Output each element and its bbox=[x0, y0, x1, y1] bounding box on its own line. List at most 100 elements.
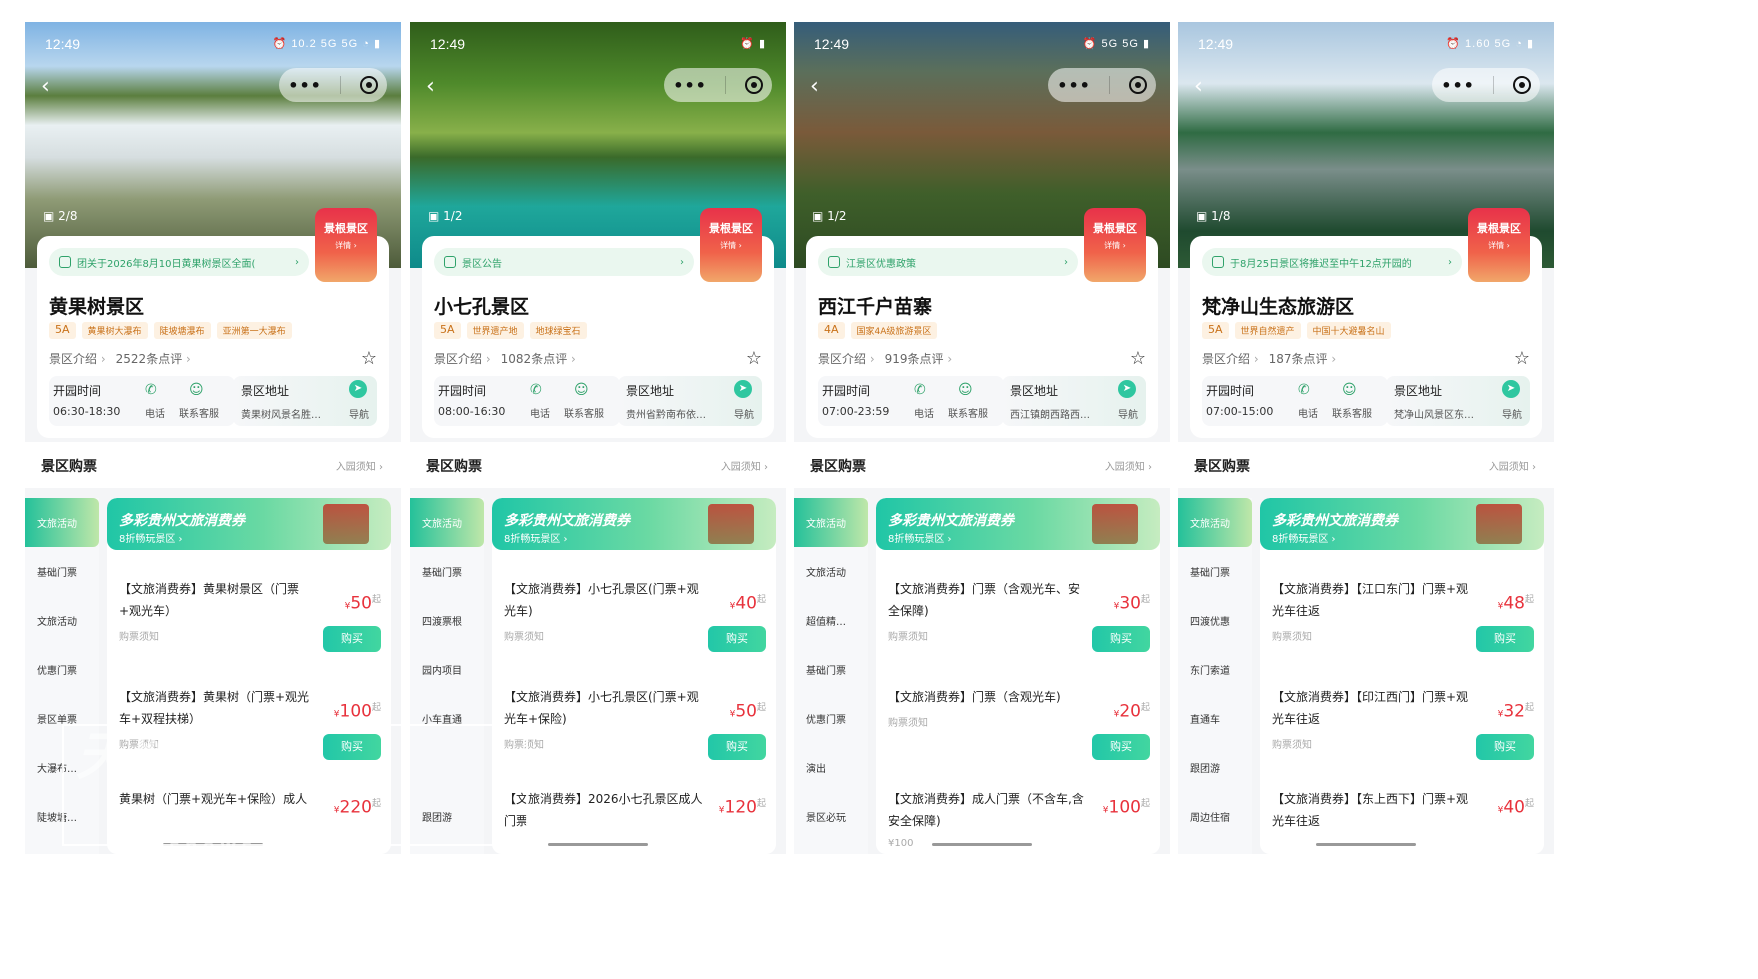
product-item[interactable]: 【文旅消费券】小七孔景区(门票+观光车) ¥40起 购票须知 购买 bbox=[504, 578, 766, 652]
product-item[interactable]: 【文旅消费券】门票（含观光车、安全保障) ¥30起 购票须知 购买 bbox=[888, 578, 1150, 652]
mini-program-capsule[interactable]: ••• bbox=[1432, 68, 1540, 102]
product-item[interactable]: 【文旅消费券】黄果树景区（门票+观光车） ¥50起 购票须知 购买 bbox=[119, 578, 381, 652]
close-target-icon[interactable] bbox=[1128, 76, 1147, 94]
reviews-link[interactable]: 919条点评 › bbox=[885, 350, 953, 367]
intro-link[interactable]: 景区介绍 › bbox=[1202, 350, 1259, 367]
sidebar-item[interactable]: 小车直通 bbox=[410, 694, 484, 743]
service-label[interactable]: 联系客服 bbox=[948, 405, 988, 420]
sidebar-item[interactable]: 景区单票 bbox=[25, 694, 99, 743]
phone-label[interactable]: 电话 bbox=[530, 405, 550, 420]
more-icon[interactable]: ••• bbox=[1441, 76, 1475, 95]
buy-button[interactable]: 购买 bbox=[1092, 626, 1150, 652]
product-item[interactable]: 【文旅消费券】2026小七孔景区成人门票 ¥120起 bbox=[504, 788, 766, 832]
reviews-link[interactable]: 1082条点评 › bbox=[501, 350, 576, 367]
sidebar-item[interactable]: 基础门票 bbox=[25, 547, 99, 596]
sidebar-item[interactable]: 基础门票 bbox=[1178, 547, 1252, 596]
sidebar-item[interactable] bbox=[410, 743, 484, 792]
buy-button[interactable]: 购买 bbox=[1092, 734, 1150, 760]
product-item[interactable]: 【文旅消费券】【江口东门】门票+观光车往返 ¥48起 购票须知 购买 bbox=[1272, 578, 1534, 652]
sidebar-item[interactable]: 文旅活动 bbox=[1178, 498, 1252, 547]
sidebar-item[interactable]: 优惠门票 bbox=[25, 645, 99, 694]
product-item[interactable]: 【文旅消费券】【东上西下】门票+观光车往返 ¥40起 bbox=[1272, 788, 1534, 832]
buy-button[interactable]: 购买 bbox=[1476, 626, 1534, 652]
navigation-label[interactable]: 导航 bbox=[1502, 406, 1522, 421]
favorite-star-icon[interactable]: ☆ bbox=[1514, 348, 1530, 369]
buy-button[interactable]: 购买 bbox=[1476, 734, 1534, 760]
favorite-star-icon[interactable]: ☆ bbox=[361, 348, 377, 369]
notice-bar[interactable]: 江景区优惠政策 › bbox=[818, 248, 1078, 276]
photo-count[interactable]: ▣ 1/2 bbox=[812, 209, 846, 223]
sidebar-item[interactable]: 跟团游 bbox=[1178, 743, 1252, 792]
sidebar-item[interactable]: 文旅活动 bbox=[794, 498, 868, 547]
address-box[interactable]: 景区地址 黄果树风景名胜… ➤ 导航 bbox=[233, 376, 377, 426]
sidebar-item[interactable]: 优惠门票 bbox=[794, 694, 868, 743]
entry-notice-link[interactable]: 入园须知 › bbox=[721, 458, 768, 473]
back-icon[interactable]: ‹ bbox=[1194, 74, 1203, 99]
intro-link[interactable]: 景区介绍 › bbox=[818, 350, 875, 367]
mini-program-capsule[interactable]: ••• bbox=[279, 68, 387, 102]
intro-link[interactable]: 景区介绍 › bbox=[49, 350, 106, 367]
product-item[interactable]: 【文旅消费券】【印江西门】门票+观光车往返 ¥32起 购票须知 购买 bbox=[1272, 686, 1534, 760]
favorite-star-icon[interactable]: ☆ bbox=[1130, 348, 1146, 369]
notice-bar[interactable]: 团关于2026年8月10日黄果树景区全面(› bbox=[49, 248, 309, 276]
photo-count[interactable]: ▣ 1/8 bbox=[1196, 209, 1230, 223]
back-icon[interactable]: ‹ bbox=[810, 74, 819, 99]
service-label[interactable]: 联系客服 bbox=[1332, 405, 1372, 420]
sidebar-item[interactable]: 四渡优惠 bbox=[1178, 596, 1252, 645]
service-label[interactable]: 联系客服 bbox=[179, 405, 219, 420]
phone-label[interactable]: 电话 bbox=[1298, 405, 1318, 420]
more-icon[interactable]: ••• bbox=[1057, 76, 1091, 95]
sidebar-item[interactable]: 跟团游 bbox=[410, 792, 484, 841]
sidebar-item[interactable]: 演出 bbox=[794, 743, 868, 792]
phone-icon[interactable]: ✆ bbox=[145, 382, 157, 398]
buy-button[interactable]: 购买 bbox=[708, 734, 766, 760]
sidebar-item[interactable]: 东门索道 bbox=[1178, 645, 1252, 694]
product-item[interactable]: 【文旅消费券】小七孔景区(门票+观光车+保险) ¥50起 购票须知 购买 bbox=[504, 686, 766, 760]
voucher-banner[interactable]: 多彩贵州文旅消费券 8折畅玩景区 › bbox=[107, 498, 391, 550]
voucher-banner[interactable]: 多彩贵州文旅消费券 8折畅玩景区 › bbox=[876, 498, 1160, 550]
phone-label[interactable]: 电话 bbox=[914, 405, 934, 420]
service-label[interactable]: 联系客服 bbox=[564, 405, 604, 420]
entry-notice-link[interactable]: 入园须知 › bbox=[1105, 458, 1152, 473]
sidebar-item[interactable]: 陡坡塘… bbox=[25, 792, 99, 841]
reviews-link[interactable]: 2522条点评 › bbox=[116, 350, 191, 367]
voucher-banner[interactable]: 多彩贵州文旅消费券 8折畅玩景区 › bbox=[492, 498, 776, 550]
phone-label[interactable]: 电话 bbox=[145, 405, 165, 420]
notice-bar[interactable]: 景区公告 › bbox=[434, 248, 694, 276]
navigation-label[interactable]: 导航 bbox=[1118, 406, 1138, 421]
entry-notice-link[interactable]: 入园须知 › bbox=[336, 458, 383, 473]
scenic-badge[interactable]: 景根景区 详情 › bbox=[315, 208, 377, 282]
navigation-icon[interactable]: ➤ bbox=[1118, 380, 1136, 398]
service-icon[interactable]: ☺ bbox=[189, 382, 204, 398]
reviews-link[interactable]: 187条点评 › bbox=[1269, 350, 1337, 367]
close-target-icon[interactable] bbox=[744, 76, 763, 94]
sidebar-item[interactable]: 基础门票 bbox=[410, 547, 484, 596]
notice-bar[interactable]: 于8月25日景区将推迟至中午12点开园的 › bbox=[1202, 248, 1462, 276]
phone-icon[interactable]: ✆ bbox=[1298, 382, 1310, 398]
sidebar-item[interactable]: 周边住宿 bbox=[1178, 792, 1252, 841]
back-icon[interactable]: ‹ bbox=[41, 74, 50, 99]
voucher-banner[interactable]: 多彩贵州文旅消费券 8折畅玩景区 › bbox=[1260, 498, 1544, 550]
buy-button[interactable]: 购买 bbox=[708, 626, 766, 652]
navigation-label[interactable]: 导航 bbox=[734, 406, 754, 421]
close-target-icon[interactable] bbox=[359, 76, 378, 94]
sidebar-item[interactable]: 文旅活动 bbox=[25, 498, 99, 547]
product-item[interactable]: 【文旅消费券】门票（含观光车) ¥20起 购票须知 购买 bbox=[888, 686, 1150, 760]
mini-program-capsule[interactable]: ••• bbox=[1048, 68, 1156, 102]
service-icon[interactable]: ☺ bbox=[574, 382, 589, 398]
address-box[interactable]: 景区地址 西江镇朗西路西… ➤ 导航 bbox=[1002, 376, 1146, 426]
sidebar-item[interactable]: 四渡票根 bbox=[410, 596, 484, 645]
sidebar-item[interactable]: 直通车 bbox=[1178, 694, 1252, 743]
more-icon[interactable]: ••• bbox=[288, 76, 322, 95]
address-box[interactable]: 景区地址 梵净山风景区东… ➤ 导航 bbox=[1386, 376, 1530, 426]
photo-count[interactable]: ▣ 2/8 bbox=[43, 209, 77, 223]
intro-link[interactable]: 景区介绍 › bbox=[434, 350, 491, 367]
sidebar-item[interactable]: 园内项目 bbox=[410, 645, 484, 694]
favorite-star-icon[interactable]: ☆ bbox=[746, 348, 762, 369]
navigation-icon[interactable]: ➤ bbox=[349, 380, 367, 398]
navigation-icon[interactable]: ➤ bbox=[1502, 380, 1520, 398]
sidebar-item[interactable]: 文旅活动 bbox=[794, 547, 868, 596]
service-icon[interactable]: ☺ bbox=[958, 382, 973, 398]
scenic-badge[interactable]: 景根景区 详情 › bbox=[1468, 208, 1530, 282]
mini-program-capsule[interactable]: ••• bbox=[664, 68, 772, 102]
